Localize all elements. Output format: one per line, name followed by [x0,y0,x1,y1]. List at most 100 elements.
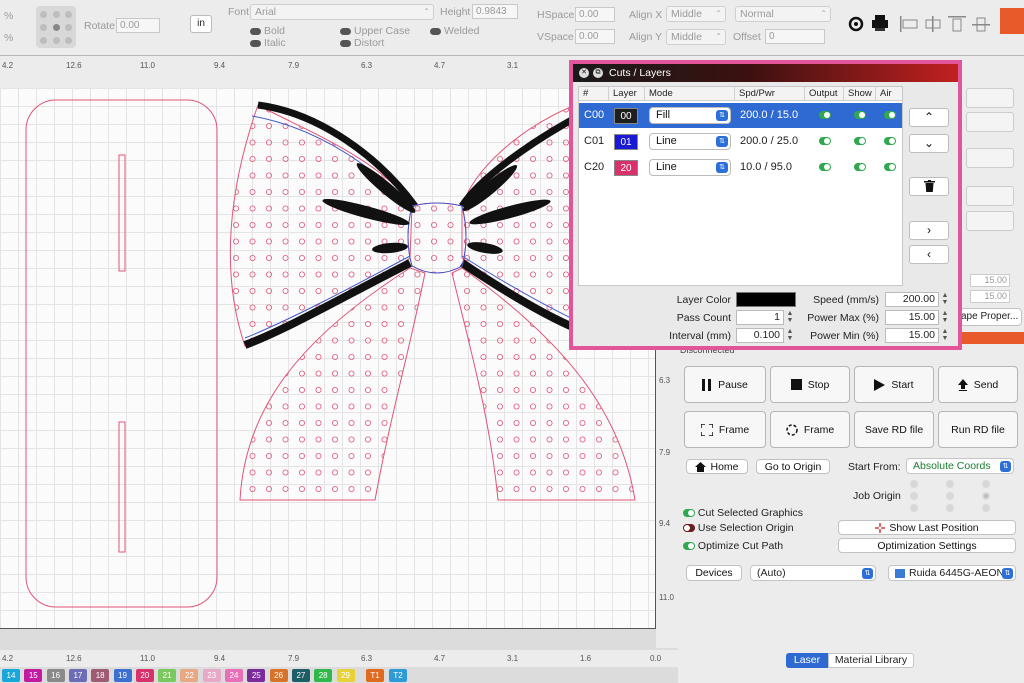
move-layer-up-button[interactable]: ⌃ [909,108,949,127]
output-toggle[interactable] [819,103,831,128]
layer-color-swatch[interactable] [736,292,796,307]
optimization-settings-button[interactable]: Optimization Settings [838,538,1016,553]
upper-case-toggle[interactable]: Upper Case [340,25,410,37]
stepper-icon[interactable]: ▲ ▼ [941,310,949,325]
start-from-select[interactable]: Absolute Coords ⇅ [906,458,1014,474]
table-row[interactable]: C01 01 Line ⇅ 200.0 / 25.0 [579,129,902,154]
palette-swatch-25[interactable]: 25 [247,669,266,682]
save-rd-button[interactable]: Save RD file [854,411,934,448]
stepper-icon[interactable]: ▲ ▼ [941,328,949,343]
tab-laser[interactable]: Laser [786,653,828,668]
design-canvas[interactable] [0,88,656,629]
align-top-icon[interactable] [946,14,968,34]
mode-select[interactable]: Line ⇅ [649,133,731,150]
send-button[interactable]: Send [938,366,1018,403]
align-y-select[interactable]: Middle [666,29,726,45]
italic-toggle[interactable]: Italic [250,37,286,49]
go-to-origin-button[interactable]: Go to Origin [756,459,830,474]
pass-count-input[interactable]: 1 [736,310,784,325]
shape-properties-button[interactable]: ape Proper... [960,308,1022,326]
rotary-icon[interactable] [846,14,866,34]
delete-layer-button[interactable] [909,177,949,196]
welded-toggle[interactable]: Welded [430,25,479,37]
bold-toggle[interactable]: Bold [250,25,285,37]
move-layer-down-button[interactable]: ⌄ [909,134,949,153]
align-left-icon[interactable] [898,14,920,34]
frame-circle-button[interactable]: Frame [770,411,850,448]
design-artwork[interactable] [0,88,656,629]
palette-swatch-20[interactable]: 20 [135,669,154,682]
next-button[interactable] [966,186,1014,206]
palette-swatch-26[interactable]: 26 [269,669,288,682]
pause-button[interactable]: Pause [684,366,766,403]
palette-swatch-19[interactable]: 19 [113,669,132,682]
run-rd-button[interactable]: Run RD file [938,411,1018,448]
frame-rect-button[interactable]: Frame [684,411,766,448]
home-button[interactable]: Home [686,459,748,474]
palette-swatch-21[interactable]: 21 [158,669,177,682]
prev-layer-button[interactable]: ‹ [909,245,949,264]
stop-button[interactable]: Stop [770,366,850,403]
next-layer-button[interactable]: › [909,221,949,240]
distort-toggle[interactable]: Distort [340,37,384,49]
rotate-input[interactable]: 0.00 [116,18,160,33]
align-x-select[interactable]: Middle [666,6,726,22]
table-row[interactable]: C20 20 Line ⇅ 10.0 / 95.0 [579,155,902,180]
palette-swatch-27[interactable]: 27 [291,669,310,682]
interval-input[interactable]: 0.100 [736,328,784,343]
optimize-cut-path-toggle[interactable]: Optimize Cut Path [683,540,783,552]
palette-swatch-16[interactable]: 16 [46,669,65,682]
speed-input[interactable]: 200.00 [885,292,939,307]
device-select[interactable]: Ruida 6445G-AEON ⇅ [888,565,1016,581]
offset-input[interactable]: 0 [765,29,825,44]
palette-swatch-29[interactable]: 29 [336,669,355,682]
table-row[interactable]: C00 00 Fill ⇅ 200.0 / 15.0 [579,103,902,128]
move-down-button[interactable] [966,112,1014,132]
text-style-select[interactable]: Normal [735,6,831,22]
air-toggle[interactable] [884,103,896,128]
tab-material-library[interactable]: Material Library [828,653,914,668]
laser-machine-icon[interactable] [869,12,891,34]
palette-swatch-15[interactable]: 15 [24,669,43,682]
partial-value-field[interactable]: 15.00 [970,274,1010,287]
trash-button[interactable] [966,148,1014,168]
palette-swatch-17[interactable]: 17 [68,669,87,682]
font-select[interactable]: Arial [250,4,434,20]
palette-swatch-24[interactable]: 24 [225,669,243,682]
palette-swatch-28[interactable]: 28 [314,669,333,682]
unit-button[interactable]: in [190,15,212,33]
height-input[interactable]: 0.9843 [472,4,518,19]
job-origin-grid[interactable] [906,478,996,514]
hspace-input[interactable]: 0.00 [575,7,615,22]
align-hcenter-icon[interactable] [922,14,944,34]
start-button[interactable]: Start [854,366,934,403]
show-toggle[interactable] [854,129,866,154]
show-toggle[interactable] [854,155,866,180]
mode-select[interactable]: Fill ⇅ [649,107,731,124]
palette-swatch-T1[interactable]: T1 [366,669,384,682]
palette-swatch-22[interactable]: 22 [180,669,199,682]
move-up-button[interactable] [966,88,1014,108]
output-toggle[interactable] [819,155,831,180]
cut-selected-toggle[interactable]: Cut Selected Graphics [683,507,803,519]
devices-button[interactable]: Devices [686,565,742,581]
mode-select[interactable]: Line ⇅ [649,159,731,176]
restore-icon[interactable]: ⧉ [593,68,603,78]
palette-swatch-18[interactable]: 18 [91,669,110,682]
palette-swatch-T2[interactable]: T2 [389,669,407,682]
palette-swatch-14[interactable]: 14 [2,669,20,682]
air-toggle[interactable] [884,129,896,154]
port-select[interactable]: (Auto) ⇅ [750,565,876,581]
air-toggle[interactable] [884,155,896,180]
align-vcenter-icon[interactable] [970,14,992,34]
show-last-position-button[interactable]: Show Last Position [838,520,1016,535]
close-icon[interactable]: ✕ [579,68,589,78]
show-toggle[interactable] [854,103,866,128]
stepper-icon[interactable]: ▲ ▼ [941,292,949,307]
power-max-input[interactable]: 15.00 [885,310,939,325]
power-min-input[interactable]: 15.00 [885,328,939,343]
partial-value-field[interactable]: 15.00 [970,290,1010,303]
prev-button[interactable] [966,211,1014,231]
vspace-input[interactable]: 0.00 [575,29,615,44]
use-selection-origin-toggle[interactable]: Use Selection Origin [683,522,794,534]
